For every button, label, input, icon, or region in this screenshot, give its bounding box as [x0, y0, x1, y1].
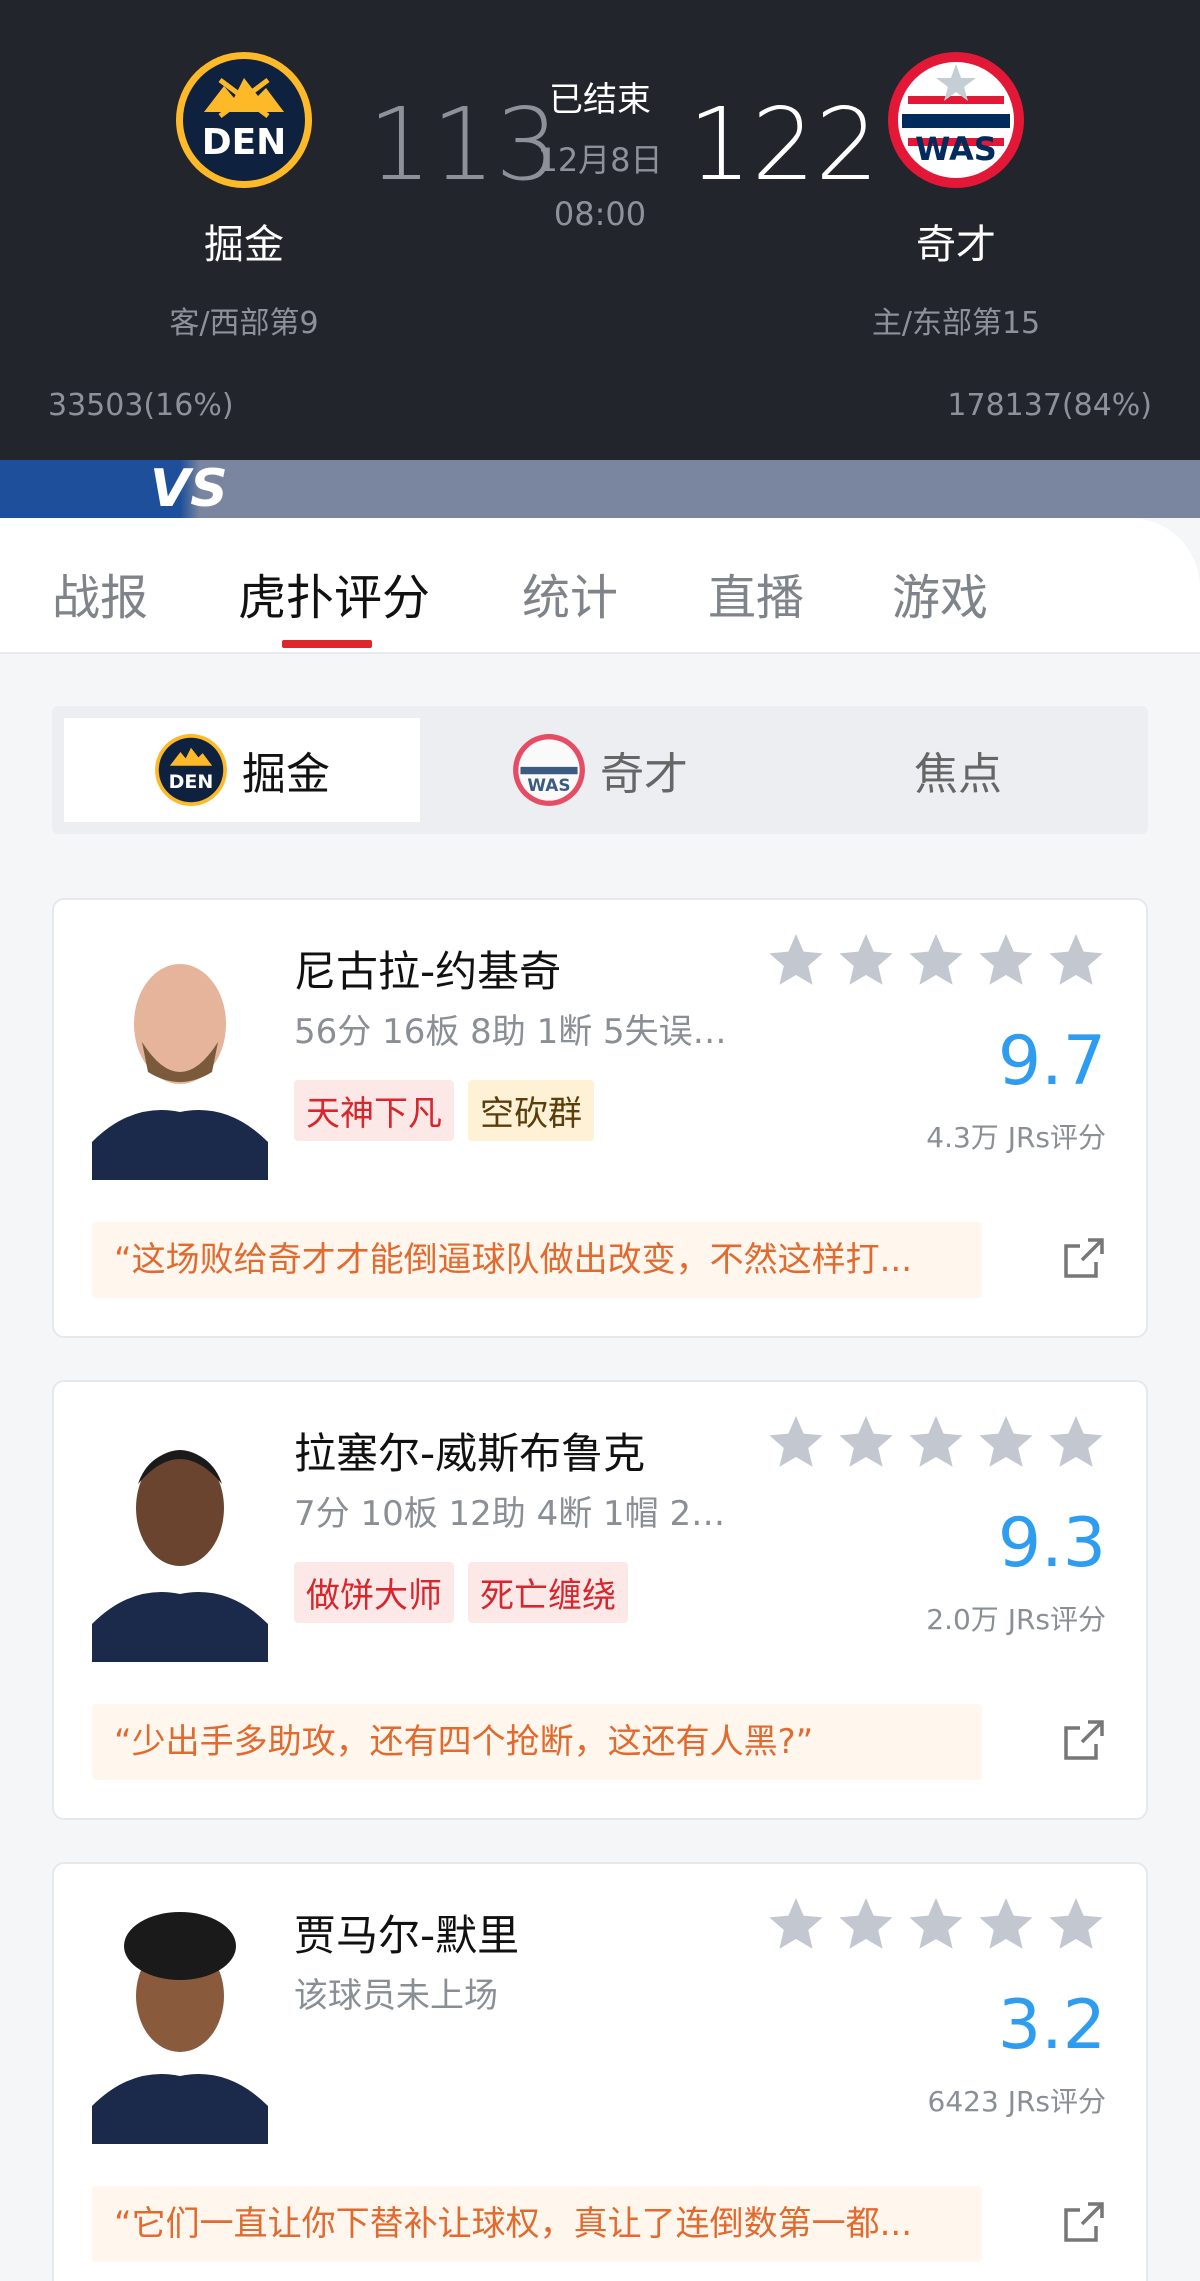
home-team[interactable]: WAS 奇才 主/东部第15 — [836, 50, 1076, 342]
star-icon[interactable] — [976, 1412, 1036, 1472]
wizards-logo-icon: WAS — [888, 52, 1024, 188]
star-icon[interactable] — [976, 1894, 1036, 1954]
away-team-name: 掘金 — [204, 222, 284, 268]
star-icon[interactable] — [906, 930, 966, 990]
top-comment[interactable]: “它们一直让你下替补让球权，真让了连倒数第一都... — [92, 2186, 982, 2262]
star-icon[interactable] — [766, 930, 826, 990]
star-icon[interactable] — [836, 1412, 896, 1472]
tab-stats[interactable]: 统计 — [522, 558, 618, 628]
switch-wizards-label: 奇才 — [600, 749, 688, 800]
star-icon[interactable] — [766, 1894, 826, 1954]
player-tags: 做饼大师 死亡缠绕 — [294, 1562, 628, 1623]
star-icon[interactable] — [1046, 930, 1106, 990]
svg-text:DEN: DEN — [202, 122, 287, 163]
wizards-logo-icon: WAS — [513, 734, 585, 806]
share-external-icon[interactable] — [1062, 2200, 1106, 2244]
player-tag[interactable]: 天神下凡 — [294, 1080, 454, 1141]
top-comment[interactable]: “这场败给奇才才能倒逼球队做出改变，不然这样打... — [92, 1222, 982, 1298]
switch-wizards[interactable]: WAS 奇才 — [422, 718, 778, 822]
player-stats: 7分 10板 12助 4断 1帽 2失... — [294, 1494, 734, 1534]
player-card[interactable]: 尼古拉-约基奇 56分 16板 8助 1断 5失误 5... 天神下凡 空砍群 … — [52, 898, 1148, 1338]
star-icon[interactable] — [1046, 1894, 1106, 1954]
switch-nuggets-label: 掘金 — [242, 749, 330, 800]
player-rating: 3.2 — [997, 1986, 1106, 2065]
svg-text:DEN: DEN — [169, 771, 214, 793]
home-support-count: 178137(84%) — [947, 388, 1152, 423]
share-external-icon[interactable] — [1062, 1718, 1106, 1762]
star-icon[interactable] — [906, 1412, 966, 1472]
away-team-rank: 客/西部第9 — [169, 306, 319, 341]
share-external-icon[interactable] — [1062, 1236, 1106, 1280]
rating-votes: 2.0万 JRs评分 — [926, 1603, 1106, 1636]
player-tag[interactable]: 做饼大师 — [294, 1562, 454, 1623]
player-name: 拉塞尔-威斯布鲁克 — [294, 1429, 646, 1478]
home-team-rank: 主/东部第15 — [871, 306, 1041, 341]
svg-text:WAS: WAS — [915, 130, 997, 168]
game-time: 08:00 — [553, 195, 647, 233]
game-status: 已结束 12月8日 08:00 — [500, 72, 700, 233]
star-icon[interactable] — [836, 1894, 896, 1954]
star-icon[interactable] — [1046, 1412, 1106, 1472]
rating-stars[interactable] — [766, 1412, 1106, 1472]
team-switch: DEN 掘金 WAS 奇才 焦点 — [52, 706, 1148, 834]
star-icon[interactable] — [836, 930, 896, 990]
game-date: 12月8日 — [537, 141, 663, 179]
player-avatar — [92, 942, 268, 1180]
player-avatar — [92, 1424, 268, 1662]
player-name: 尼古拉-约基奇 — [294, 947, 562, 996]
svg-text:WAS: WAS — [527, 775, 570, 795]
rating-votes: 4.3万 JRs评分 — [926, 1121, 1106, 1154]
home-team-name: 奇才 — [916, 222, 996, 268]
tab-hupu-rating[interactable]: 虎扑评分 — [238, 558, 430, 628]
rating-votes: 6423 JRs评分 — [927, 2085, 1106, 2118]
rating-stars[interactable] — [766, 930, 1106, 990]
nuggets-logo-icon: DEN — [176, 52, 312, 188]
top-comment[interactable]: “少出手多助攻，还有四个抢断，这还有人黑?” — [92, 1704, 982, 1780]
star-icon[interactable] — [906, 1894, 966, 1954]
player-rating: 9.7 — [997, 1022, 1106, 1101]
tab-live[interactable]: 直播 — [708, 558, 804, 628]
star-icon[interactable] — [766, 1412, 826, 1472]
switch-nuggets[interactable]: DEN 掘金 — [64, 718, 420, 822]
player-tag[interactable]: 空砍群 — [468, 1080, 594, 1141]
player-card[interactable]: 贾马尔-默里 该球员未上场 3.2 6423 JRs评分 “它们一直让你下替补让… — [52, 1862, 1148, 2281]
player-rating: 9.3 — [997, 1504, 1106, 1583]
player-name: 贾马尔-默里 — [294, 1911, 520, 1960]
star-icon[interactable] — [976, 930, 1036, 990]
vs-label: VS — [150, 459, 228, 519]
nuggets-logo-icon: DEN — [155, 734, 227, 806]
player-avatar — [92, 1906, 268, 2144]
tab-games[interactable]: 游戏 — [892, 558, 988, 628]
switch-focus-label: 焦点 — [914, 749, 1002, 800]
player-tag[interactable]: 死亡缠绕 — [468, 1562, 628, 1623]
rating-stars[interactable] — [766, 1894, 1106, 1954]
away-team[interactable]: DEN 掘金 客/西部第9 — [124, 50, 364, 342]
player-tags: 天神下凡 空砍群 — [294, 1080, 594, 1141]
game-status-text: 已结束 — [549, 80, 651, 120]
player-card[interactable]: 拉塞尔-威斯布鲁克 7分 10板 12助 4断 1帽 2失... 做饼大师 死亡… — [52, 1380, 1148, 1820]
support-ratio-bar: VS — [0, 460, 1200, 518]
content-sheet: 战报 虎扑评分 统计 直播 游戏 DEN 掘金 WAS 奇才 焦点 尼古拉-约基… — [0, 518, 1200, 2281]
active-tab-indicator — [282, 640, 372, 648]
tab-bar: 战报 虎扑评分 统计 直播 游戏 — [0, 518, 1200, 654]
match-header: DEN 掘金 客/西部第9 113 已结束 12月8日 08:00 122 WA… — [0, 0, 1200, 460]
player-stats: 该球员未上场 — [294, 1976, 498, 2016]
switch-focus[interactable]: 焦点 — [780, 718, 1136, 822]
player-stats: 56分 16板 8助 1断 5失误 5... — [294, 1012, 734, 1052]
away-support-count: 33503(16%) — [48, 388, 234, 423]
tab-report[interactable]: 战报 — [52, 558, 148, 628]
